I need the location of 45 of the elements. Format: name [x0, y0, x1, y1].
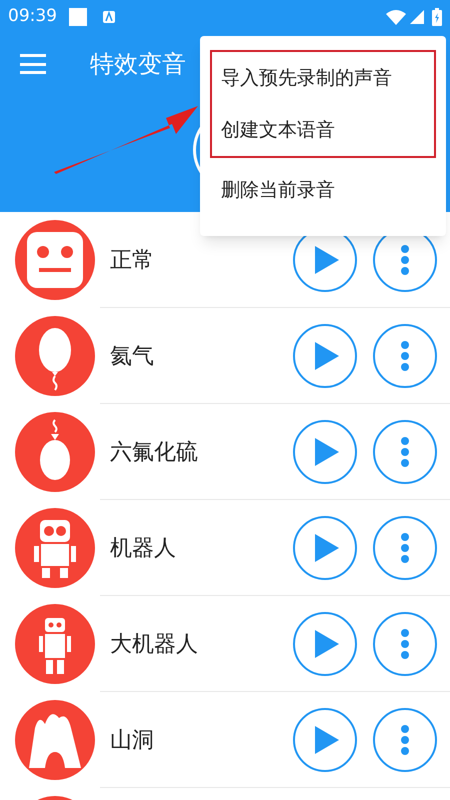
play-icon — [315, 534, 339, 562]
effect-icon — [15, 412, 95, 492]
effect-icon — [15, 604, 95, 684]
more-icon — [401, 725, 409, 755]
effect-name: 机器人 — [110, 534, 177, 562]
play-icon — [315, 342, 339, 370]
play-button[interactable] — [293, 612, 357, 676]
menu-item[interactable]: 导入预先录制的声音 — [212, 52, 434, 104]
more-button[interactable] — [373, 420, 437, 484]
more-button[interactable] — [373, 324, 437, 388]
effect-name: 大机器人 — [110, 630, 199, 658]
more-button[interactable] — [373, 612, 437, 676]
menu-item[interactable]: 创建文本语音 — [212, 104, 434, 156]
effect-icon — [15, 508, 95, 588]
more-icon — [401, 533, 409, 563]
more-icon — [401, 245, 409, 275]
play-button[interactable] — [293, 708, 357, 772]
effect-icon — [15, 316, 95, 396]
more-icon — [401, 437, 409, 467]
play-icon — [315, 246, 339, 274]
toolbar-title: 特效变音 — [90, 49, 186, 80]
signal-icon — [410, 10, 424, 24]
menu-button[interactable] — [20, 54, 46, 74]
effect-name: 氦气 — [110, 342, 155, 370]
more-icon — [401, 341, 409, 371]
play-button[interactable] — [293, 420, 357, 484]
more-icon — [401, 629, 409, 659]
effect-icon — [15, 220, 95, 300]
play-icon — [315, 438, 339, 466]
play-icon — [315, 630, 339, 658]
effect-name: 正常 — [110, 246, 155, 274]
notification-icon — [69, 8, 87, 26]
effect-name: 山洞 — [110, 726, 155, 754]
play-icon — [315, 726, 339, 754]
more-button[interactable] — [373, 708, 437, 772]
menu-item[interactable]: 删除当前录音 — [200, 158, 446, 222]
play-button[interactable] — [293, 516, 357, 580]
effect-name: 六氟化硫 — [110, 438, 199, 466]
battery-icon — [432, 8, 442, 26]
effect-icon — [15, 700, 95, 780]
more-button[interactable] — [373, 516, 437, 580]
wifi-icon — [386, 10, 406, 24]
play-button[interactable] — [293, 324, 357, 388]
status-time: 09:39 — [8, 5, 57, 28]
notification-icon — [103, 11, 115, 23]
